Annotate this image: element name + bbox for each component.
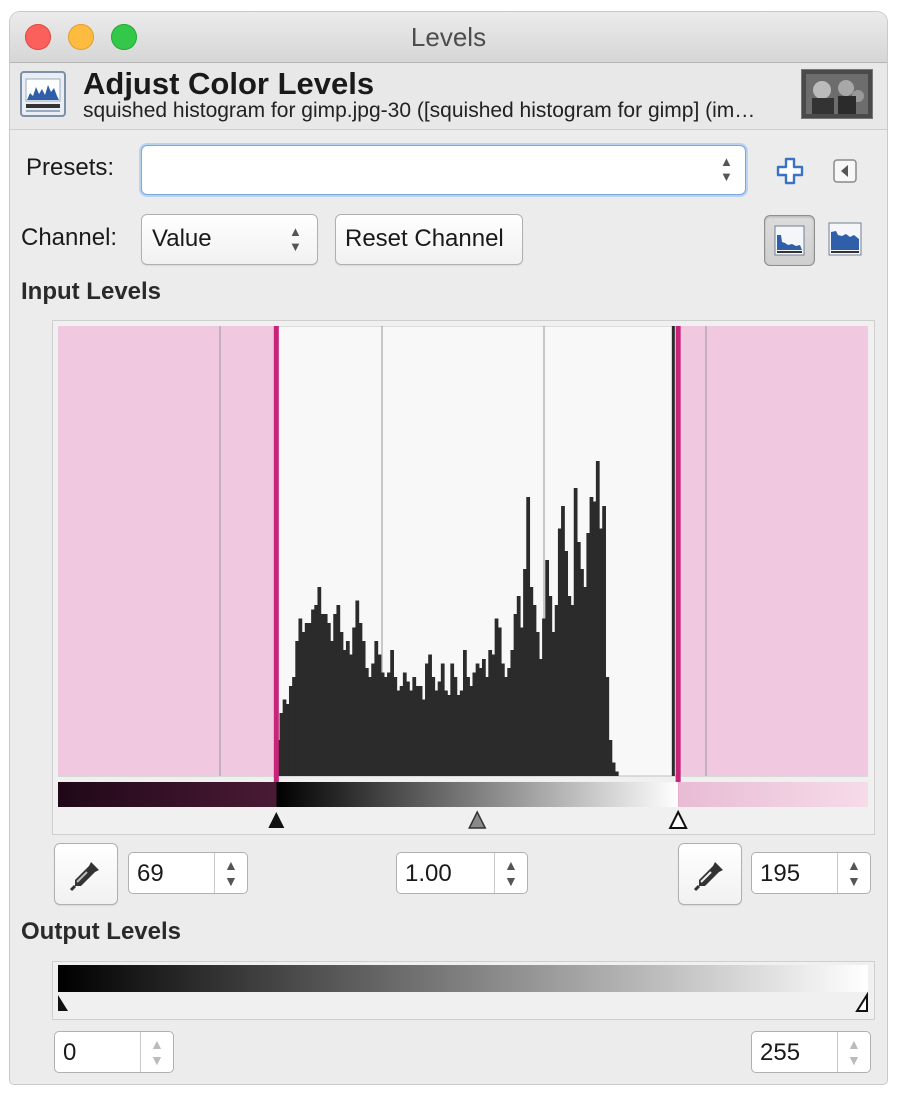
input-gradient: [276, 782, 679, 807]
spin-arrows-icon[interactable]: ▲ ▼: [837, 853, 870, 893]
spin-arrows-icon[interactable]: ▲ ▼: [494, 853, 527, 893]
log-histogram-button[interactable]: [828, 222, 862, 256]
levels-window: Levels Adjust Color Levels squished hist…: [10, 12, 887, 1084]
input-gradient-shadows: [58, 782, 277, 807]
histogram-peak-bar: [671, 326, 675, 776]
output-gradient: [58, 965, 868, 992]
gamma-value: 1.00: [405, 860, 452, 887]
input-levels-heading: Input Levels: [21, 278, 162, 305]
clipped-highlights-region: [678, 326, 868, 776]
output-levels-slider[interactable]: [58, 965, 868, 1015]
eyedropper-icon: [69, 862, 99, 892]
spin-arrows-icon[interactable]: ▲ ▼: [837, 1032, 870, 1072]
linear-histogram-button[interactable]: [764, 215, 815, 266]
input-gradient-highlights: [678, 782, 868, 807]
channel-value: Value: [152, 225, 212, 252]
channel-select[interactable]: Value ▲ ▼: [141, 214, 318, 265]
output-black-handle[interactable]: [58, 995, 68, 1011]
clipped-shadows-region: [58, 326, 277, 776]
output-levels-heading: Output Levels: [21, 918, 182, 945]
reset-channel-button[interactable]: Reset Channel: [335, 214, 523, 265]
image-thumbnail: [801, 69, 873, 119]
high-input-spinbox[interactable]: 195 ▲ ▼: [751, 852, 871, 894]
log-histogram-icon: [828, 222, 862, 256]
spin-arrows-icon[interactable]: ▲ ▼: [140, 1032, 173, 1072]
histogram-bar: [614, 771, 619, 776]
spin-arrows-icon[interactable]: ▲ ▼: [214, 853, 247, 893]
gamma-handle[interactable]: [468, 810, 487, 829]
title-bar: Levels: [10, 12, 887, 63]
white-point-handle[interactable]: [668, 809, 688, 829]
up-down-arrows-icon[interactable]: ▲ ▼: [720, 154, 733, 184]
low-output-value: 0: [63, 1039, 77, 1066]
channel-label: Channel:: [21, 224, 118, 251]
up-down-arrows-icon: ▲ ▼: [289, 224, 302, 254]
low-output-spinbox[interactable]: 0 ▲ ▼: [54, 1031, 174, 1073]
low-input-spinbox[interactable]: 69 ▲ ▼: [128, 852, 248, 894]
histogram-chart[interactable]: [58, 326, 868, 829]
black-point-handle[interactable]: [268, 812, 285, 828]
gamma-spinbox[interactable]: 1.00 ▲ ▼: [396, 852, 528, 894]
high-output-spinbox[interactable]: 255 ▲ ▼: [751, 1031, 871, 1073]
low-input-value: 69: [137, 860, 164, 887]
window-title: Levels: [410, 22, 487, 52]
output-white-handle[interactable]: [855, 991, 868, 1012]
eyedropper-icon: [693, 862, 723, 892]
dialog-title: Adjust Color Levels: [83, 66, 375, 101]
plus-icon[interactable]: [775, 156, 805, 186]
levels-icon: [20, 71, 66, 117]
black-point-picker-button[interactable]: [54, 843, 118, 905]
white-point-picker-button[interactable]: [678, 843, 742, 905]
dialog-header: Adjust Color Levels squished histogram f…: [10, 63, 887, 130]
linear-histogram-icon: [774, 225, 805, 256]
presets-combo[interactable]: ▲ ▼: [141, 145, 746, 195]
high-input-value: 195: [760, 860, 801, 887]
presets-label: Presets:: [26, 154, 115, 181]
reset-channel-label: Reset Channel: [345, 225, 504, 252]
triangle-left-icon[interactable]: [832, 158, 858, 184]
high-output-value: 255: [760, 1039, 801, 1066]
image-name: squished histogram for gimp.jpg-30 ([squ…: [83, 99, 756, 122]
